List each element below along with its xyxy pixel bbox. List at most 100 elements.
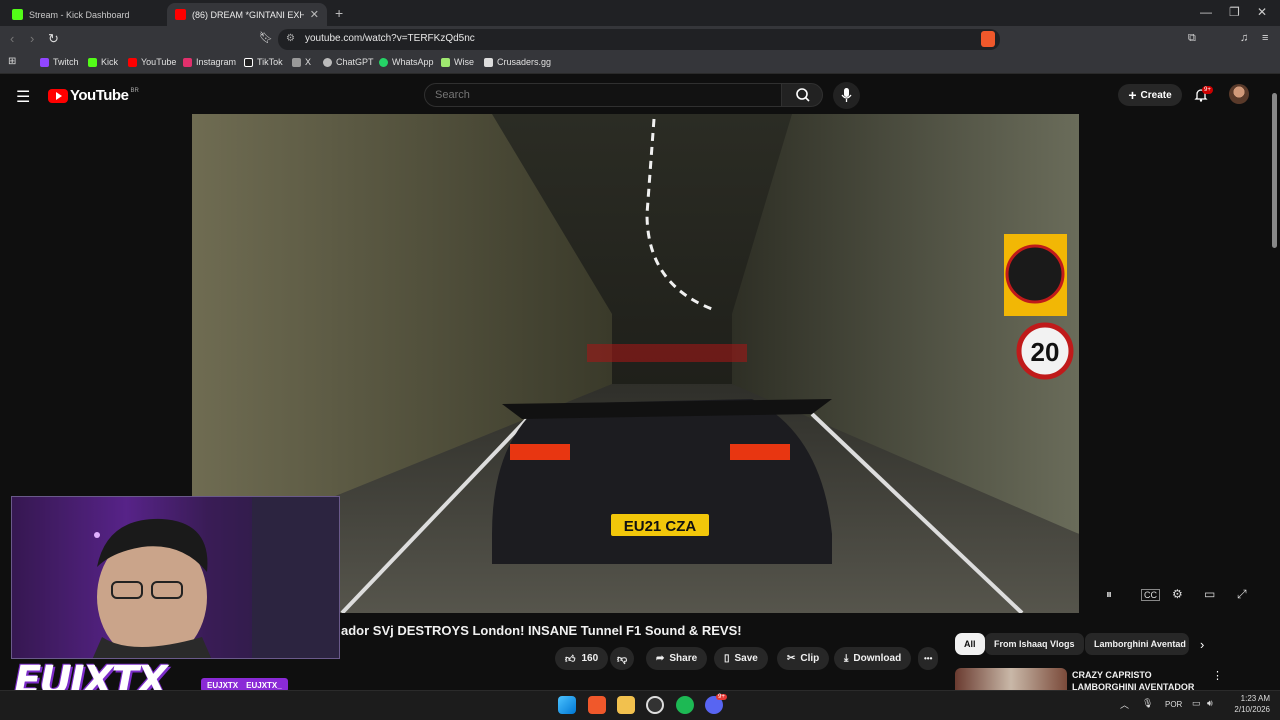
media-icon[interactable]: ♫: [1240, 32, 1248, 44]
tray-chevron-icon[interactable]: ︿: [1120, 698, 1129, 711]
microphone-icon: [841, 88, 852, 102]
url-text[interactable]: youtube.com/watch?v=TERFKzQd5nc: [305, 33, 475, 44]
bookmark-kick[interactable]: Kick: [88, 57, 118, 67]
back-icon[interactable]: ‹: [10, 31, 14, 46]
crusaders-icon: [484, 57, 493, 67]
close-tab-icon[interactable]: ✕: [310, 8, 319, 21]
chip-all[interactable]: All: [955, 633, 985, 655]
kick-icon: [88, 57, 97, 67]
search-input[interactable]: [424, 83, 782, 107]
bookmark-whatsapp[interactable]: WhatsApp: [379, 57, 434, 67]
save-label: Save: [734, 653, 758, 664]
fullscreen-icon[interactable]: ⤢: [1237, 587, 1247, 602]
thumbs-down-icon: 👎︎: [617, 653, 628, 665]
bookmark-wise[interactable]: Wise: [441, 57, 474, 67]
share-button[interactable]: ➦ Share: [646, 647, 708, 670]
download-label: Download: [853, 653, 902, 664]
youtube-play-icon: [48, 88, 68, 103]
thumbs-up-icon: 👍︎: [565, 653, 576, 665]
bookmark-save-icon: ▯: [724, 653, 730, 664]
voice-search-button[interactable]: [833, 82, 860, 109]
speed-sign-text: 20: [1031, 337, 1060, 367]
recommended-thumbnail[interactable]: [955, 668, 1067, 690]
bookmark-youtube[interactable]: YouTube: [128, 57, 176, 67]
tab-title: Stream - Kick Dashboard: [29, 9, 130, 20]
settings-gear-icon[interactable]: ⚙: [1172, 587, 1183, 601]
reload-icon[interactable]: ↻: [48, 31, 59, 47]
handle-instagram: EUJXTX: [207, 680, 239, 690]
spotify-icon[interactable]: [676, 696, 694, 714]
brave-browser-icon[interactable]: [588, 696, 606, 714]
like-button[interactable]: 👍︎ 160: [555, 647, 609, 670]
bookmark-label: Instagram: [196, 57, 237, 67]
windows-start-icon[interactable]: [558, 696, 576, 714]
clock-time[interactable]: 1:23 AM: [1226, 694, 1270, 703]
region-code: BR: [130, 87, 139, 94]
autoplay-toggle-icon[interactable]: ⏸: [1106, 587, 1112, 602]
minimize-icon[interactable]: —: [1200, 5, 1212, 19]
new-tab-button[interactable]: +: [335, 5, 343, 21]
tray-mic-icon[interactable]: 🎙︎: [1142, 698, 1153, 709]
plus-icon: +: [1128, 87, 1137, 103]
tab-kick-dashboard[interactable]: Stream - Kick Dashboard: [4, 3, 164, 26]
bookmark-icon[interactable]: 🔖︎: [259, 31, 273, 44]
dislike-button[interactable]: 👎︎: [610, 647, 635, 670]
more-actions-button[interactable]: •••: [918, 647, 939, 670]
hamburger-menu-icon[interactable]: ☰: [16, 87, 30, 107]
tab-youtube-video[interactable]: (86) DREAM *GINTANI EXHAUST* ✕: [167, 3, 327, 26]
save-button[interactable]: ▯ Save: [714, 647, 768, 670]
kick-icon: [12, 9, 23, 20]
site-info-icon[interactable]: ⚙︎: [286, 33, 295, 44]
extensions-icon[interactable]: ⧉: [1188, 32, 1196, 45]
recommended-menu-icon[interactable]: ⋮: [1212, 669, 1223, 682]
apps-grid-icon[interactable]: ⊞: [8, 56, 16, 67]
twitch-icon: [40, 57, 49, 67]
webcam-frame: [12, 497, 339, 658]
menu-dots-icon[interactable]: ≡: [1262, 32, 1268, 44]
bookmark-x[interactable]: X: [292, 57, 311, 67]
youtube-icon: [128, 57, 137, 67]
share-label: Share: [669, 653, 698, 664]
close-window-icon[interactable]: ✕: [1257, 5, 1267, 19]
tab-title: (86) DREAM *GINTANI EXHAUST*: [192, 9, 304, 20]
license-plate-text: EU21 CZA: [624, 518, 697, 535]
clip-button[interactable]: ✂ Clip: [777, 647, 830, 670]
forward-icon[interactable]: ›: [30, 31, 34, 46]
user-avatar[interactable]: [1229, 84, 1249, 104]
streamer-webcam: [11, 496, 340, 659]
handle-twitch: EUJXTX_: [246, 680, 282, 690]
obs-icon[interactable]: [646, 696, 664, 714]
bookmark-twitch[interactable]: Twitch: [40, 57, 79, 67]
volume-icon[interactable]: 🔊︎: [1207, 698, 1213, 709]
like-count: 160: [581, 653, 599, 664]
chevron-right-icon[interactable]: ›: [1200, 637, 1204, 652]
bookmark-label: X: [305, 57, 312, 67]
miniplayer-icon[interactable]: ▭: [1204, 587, 1215, 601]
scrollbar-thumb[interactable]: [1272, 93, 1277, 248]
create-button[interactable]: + Create: [1118, 84, 1182, 106]
bookmark-crusaders[interactable]: Crusaders.gg: [484, 57, 551, 67]
bookmark-label: WhatsApp: [392, 57, 434, 67]
tiktok-icon: [244, 57, 253, 67]
bookmark-tiktok[interactable]: TikTok: [244, 57, 283, 67]
clock-date[interactable]: 2/10/2026: [1226, 705, 1270, 714]
captions-icon[interactable]: CC: [1141, 589, 1160, 601]
file-explorer-icon[interactable]: [617, 696, 635, 714]
bookmark-label: Wise: [454, 57, 474, 67]
search-button[interactable]: [781, 83, 823, 107]
maximize-icon[interactable]: ❐: [1229, 5, 1240, 19]
bookmark-label: Twitch: [53, 57, 79, 67]
bookmark-label: YouTube: [141, 57, 177, 67]
windows-taskbar: [0, 690, 1280, 720]
chip-from-ishaaq-vlogs[interactable]: From Ishaaq Vlogs: [985, 633, 1084, 655]
bookmark-label: TikTok: [257, 57, 283, 67]
youtube-logo[interactable]: YouTube BR: [48, 87, 139, 104]
download-button[interactable]: ⤓ Download: [834, 647, 912, 670]
brave-shield-icon[interactable]: [981, 31, 995, 47]
download-icon: ⤓: [844, 653, 849, 664]
chip-lamborghini[interactable]: Lamborghini Aventad: [1085, 633, 1189, 655]
network-icon[interactable]: ▭: [1192, 698, 1201, 709]
language-indicator[interactable]: POR: [1165, 700, 1182, 709]
bookmark-instagram[interactable]: Instagram: [183, 57, 236, 67]
bookmark-chatgpt[interactable]: ChatGPT: [323, 57, 374, 67]
